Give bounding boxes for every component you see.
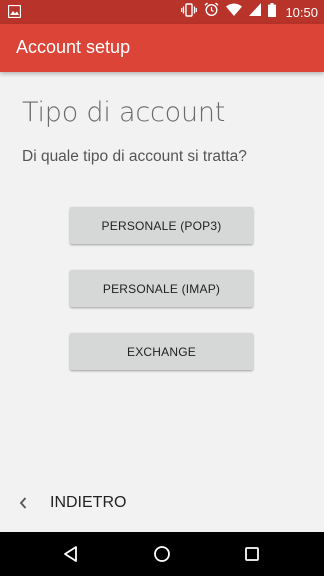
exchange-button[interactable]: EXCHANGE [70, 333, 253, 370]
back-button[interactable]: INDIETRO [50, 494, 126, 512]
screen: 10:50 Account setup Tipo di account Di q… [0, 0, 324, 576]
wifi-icon [226, 3, 243, 21]
signal-icon [249, 3, 262, 21]
clock-time: 10:50 [285, 4, 318, 20]
personal-imap-button[interactable]: PERSONALE (IMAP) [70, 270, 253, 307]
personal-pop3-button[interactable]: PERSONALE (POP3) [70, 207, 253, 244]
image-notification-icon [7, 4, 22, 23]
alarm-icon [204, 2, 219, 22]
chevron-left-icon[interactable] [18, 496, 28, 515]
home-circle-icon[interactable] [152, 544, 172, 564]
footer: INDIETRO [0, 474, 324, 532]
system-nav-bar [0, 532, 324, 576]
status-icons: 10:50 [181, 0, 318, 24]
vibrate-icon [181, 2, 198, 22]
recents-square-icon[interactable] [242, 544, 262, 564]
back-triangle-icon[interactable] [61, 544, 81, 564]
question-text: Di quale tipo di account si tratta? [22, 148, 247, 165]
page-title: Tipo di account [22, 97, 226, 128]
status-bar: 10:50 [0, 0, 324, 24]
app-bar: Account setup [0, 24, 324, 72]
app-title: Account setup [16, 37, 131, 57]
battery-icon [268, 2, 277, 22]
